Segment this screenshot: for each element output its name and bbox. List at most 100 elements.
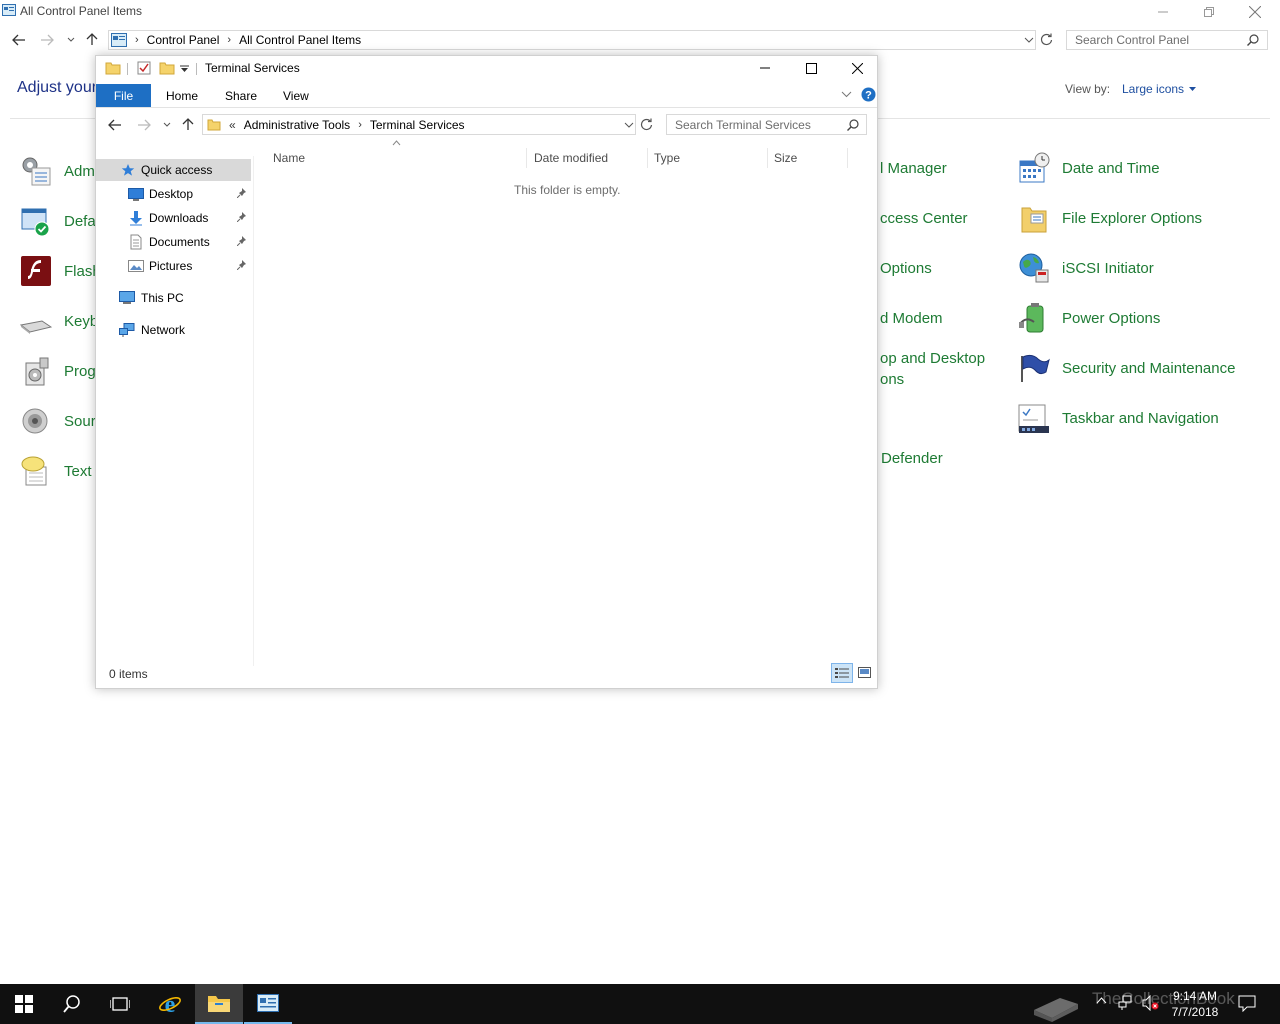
forward-arrow-icon[interactable] (137, 118, 151, 132)
cp-item-iscsi-initiator[interactable]: iSCSI Initiator (1018, 248, 1154, 288)
minimize-button[interactable] (742, 56, 788, 80)
cp-item-flash-player[interactable]: Flash (20, 251, 101, 291)
cp-item-modem[interactable]: d Modem (880, 298, 943, 338)
large-icons-view-icon[interactable] (858, 667, 871, 678)
pin-icon[interactable] (237, 236, 247, 246)
properties-icon[interactable] (137, 61, 151, 75)
search-control-panel-input[interactable]: Search Control Panel (1066, 30, 1268, 50)
cp-item-label: Options (880, 259, 932, 277)
nav-quick-access[interactable]: Quick access (96, 159, 251, 181)
pin-icon[interactable] (237, 212, 247, 222)
cp-item-label: l Manager (880, 159, 947, 177)
cp-item-label: d Modem (880, 309, 943, 327)
tab-view[interactable]: View (283, 89, 309, 103)
cp-item-date-and-time[interactable]: Date and Time (1018, 148, 1160, 188)
network-tray-icon[interactable] (1118, 995, 1134, 1011)
details-view-icon[interactable] (831, 663, 853, 683)
start-button[interactable] (0, 984, 48, 1024)
search-terminal-services-input[interactable]: Search Terminal Services (666, 114, 867, 135)
address-dropdown-icon[interactable] (1024, 37, 1034, 43)
cp-item-desktop-connections[interactable]: op and Desktop ons (880, 348, 985, 390)
up-arrow-icon[interactable] (85, 32, 99, 46)
forward-arrow-icon[interactable] (40, 33, 54, 47)
address-dropdown-icon[interactable] (624, 122, 634, 128)
nav-documents[interactable]: Documents (128, 231, 253, 253)
cp-item-default-programs[interactable]: Defa (20, 201, 96, 241)
cp-item-taskbar-and-navigation[interactable]: Taskbar and Navigation (1018, 398, 1219, 438)
nav-this-pc[interactable]: This PC (119, 287, 249, 309)
column-header-date-modified[interactable]: Date modified (534, 148, 648, 168)
cp-item-label: Adm (64, 162, 95, 180)
recent-dropdown-icon[interactable] (67, 37, 75, 43)
search-button[interactable] (48, 984, 96, 1024)
breadcrumb-all-items[interactable]: All Control Panel Items (239, 33, 361, 47)
address-bar[interactable]: › Control Panel › All Control Panel Item… (108, 30, 1036, 50)
cp-item-administrative-tools[interactable]: Adm (20, 151, 95, 191)
breadcrumb-control-panel[interactable]: Control Panel (147, 33, 220, 47)
view-by-label: View by: (1065, 82, 1111, 96)
volume-muted-icon[interactable] (1142, 995, 1160, 1011)
network-icon (119, 323, 135, 337)
breadcrumb-terminal-services[interactable]: Terminal Services (370, 118, 465, 132)
restore-button[interactable] (1186, 0, 1232, 24)
back-arrow-icon[interactable] (12, 33, 26, 47)
sort-ascending-icon (392, 140, 401, 146)
cp-item-keyboard[interactable]: Keyb (20, 301, 98, 341)
tab-home[interactable]: Home (166, 89, 198, 103)
cp-item-label: Keyb (64, 312, 99, 330)
pin-icon[interactable] (237, 260, 247, 270)
column-header-name[interactable]: Name (273, 148, 527, 168)
maximize-button[interactable] (788, 56, 834, 80)
breadcrumb-overflow[interactable]: « (229, 118, 236, 132)
nav-desktop[interactable]: Desktop (128, 183, 253, 205)
new-folder-icon[interactable] (159, 61, 175, 75)
cp-item-security-and-maintenance[interactable]: Security and Maintenance (1018, 348, 1235, 388)
back-arrow-icon[interactable] (108, 118, 122, 132)
cp-item-access-center[interactable]: ccess Center (880, 198, 968, 238)
breadcrumb-administrative-tools[interactable]: Administrative Tools (244, 118, 351, 132)
cp-item-power-options[interactable]: Power Options (1018, 298, 1160, 338)
column-header-type[interactable]: Type (654, 148, 768, 168)
up-arrow-icon[interactable] (181, 117, 195, 131)
column-label: Date modified (534, 151, 609, 165)
nav-pictures[interactable]: Pictures (128, 255, 253, 277)
customize-qat-icon[interactable] (180, 65, 189, 73)
explorer-address-bar[interactable]: « Administrative Tools › Terminal Servic… (202, 114, 636, 135)
column-header-size[interactable]: Size (774, 148, 848, 168)
close-button[interactable] (834, 56, 877, 80)
search-icon[interactable] (1247, 34, 1259, 46)
tab-file[interactable]: File (96, 84, 151, 107)
nav-network[interactable]: Network (119, 319, 249, 341)
pin-icon[interactable] (237, 188, 247, 198)
control-panel-taskbar-button[interactable] (244, 984, 292, 1024)
help-icon[interactable]: ? (861, 87, 876, 102)
view-by-dropdown[interactable]: Large icons (1122, 82, 1197, 96)
internet-explorer-button[interactable]: e (146, 984, 194, 1024)
computer-icon (119, 291, 135, 305)
cp-item-programs[interactable]: Prog (20, 351, 96, 391)
action-center-icon[interactable] (1238, 995, 1256, 1012)
cp-item-defender[interactable]: Defender (881, 438, 943, 478)
refresh-icon[interactable] (640, 118, 653, 131)
cp-item-options[interactable]: Options (880, 248, 932, 288)
refresh-icon[interactable] (1040, 33, 1053, 46)
task-view-button[interactable] (96, 984, 144, 1024)
cp-item-text-to-speech[interactable]: Text t (20, 451, 100, 491)
cp-item-file-explorer-options[interactable]: File Explorer Options (1018, 198, 1202, 238)
nav-downloads[interactable]: Downloads (128, 207, 253, 229)
file-explorer-taskbar-button[interactable] (195, 984, 243, 1024)
tab-share[interactable]: Share (225, 89, 257, 103)
nav-label: Network (141, 323, 186, 337)
ribbon-divider (96, 107, 877, 108)
show-hidden-icons-chevron-icon[interactable] (1096, 997, 1107, 1004)
explorer-window: Terminal Services File Home Share View ?… (95, 55, 878, 689)
desktop-icon (128, 187, 144, 201)
clock[interactable]: 9:14 AM 7/7/2018 (1166, 988, 1224, 1020)
close-button[interactable] (1232, 0, 1278, 24)
minimize-button[interactable] (1140, 0, 1186, 24)
expand-ribbon-icon[interactable] (841, 91, 852, 98)
cp-item-manager[interactable]: l Manager (880, 148, 947, 188)
cp-item-sound[interactable]: Sour (20, 401, 96, 441)
recent-dropdown-icon[interactable] (163, 122, 171, 128)
search-icon[interactable] (847, 119, 859, 131)
